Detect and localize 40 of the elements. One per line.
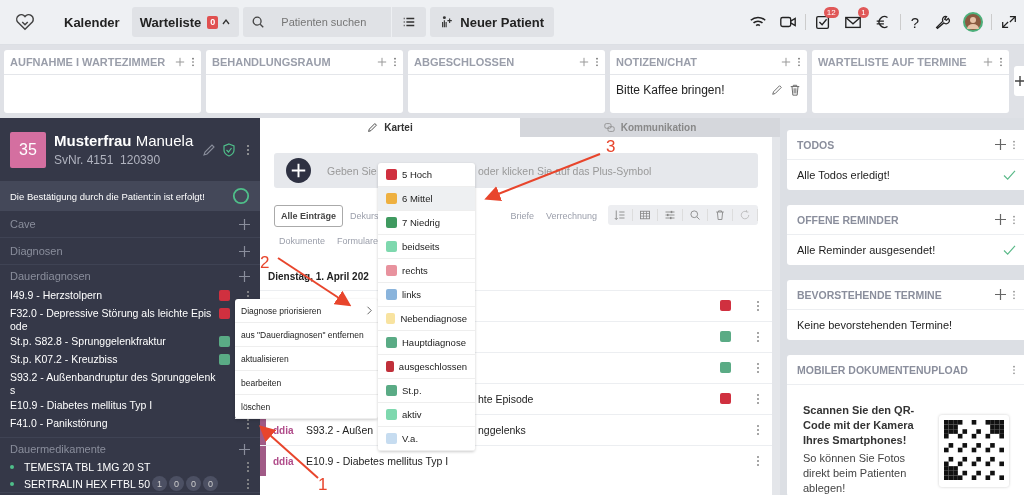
entry-text: E10.9 - Diabetes mellitus Typ I (306, 455, 449, 467)
card-title: BEVORSTEHENDE TERMINE (797, 288, 942, 301)
upload-description: So können Sie Fotos direkt beim Patienten ablegen! (803, 451, 908, 495)
entry-placeholder: Geben Sie (327, 164, 378, 177)
insurance-number: SvNr. 4151 120390 (54, 153, 162, 167)
annotation-number: 1 (318, 475, 328, 494)
dose-count: 1 (152, 476, 168, 491)
status-message: Keine bevorstehenden Termine! (797, 319, 953, 331)
entry-type: ddia (273, 424, 294, 436)
dose-count: 0 (186, 476, 202, 491)
patient-avatar: 35 (10, 131, 46, 168)
section-title: Dauermedikamente (10, 443, 106, 455)
notification-badge: 12 (823, 7, 839, 18)
patient-name: Musterfrau Manuela (54, 132, 195, 149)
notification-badge: 1 (858, 7, 869, 18)
annotation-number: 2 (260, 253, 270, 272)
card-title: TODOS (797, 138, 835, 151)
column-title: NOTIZEN/CHAT (616, 56, 698, 68)
count-badge: 0 (207, 15, 219, 29)
upload-instruction: Scannen Sie den QR-Code mit der Kamera Ihres Smartphones! (803, 403, 916, 448)
entry-type: ddia (273, 455, 294, 467)
entry-text: S93.2 - Außen (306, 424, 374, 436)
section-title: Diagnosen (10, 245, 63, 257)
section-title: Cave (10, 218, 36, 230)
annotation-number: 3 (606, 137, 616, 156)
column-title: ABGESCHLOSSEN (414, 56, 515, 68)
entry-text: nggelenks (478, 424, 526, 436)
entry-text: hte Episode (478, 393, 534, 405)
section-title: Dauerdiagnosen (10, 270, 91, 282)
column-title: WARTELISTE AUF TERMINE (818, 56, 967, 68)
card-title: MOBILER DOKUMENTENUPLOAD (797, 363, 968, 376)
card-title: OFFENE REMINDER (797, 213, 899, 226)
confirmation-message: Die Bestätigung durch die Patient:in ist erfolgt! (10, 190, 205, 202)
status-message: Alle Todos erledigt! (797, 169, 890, 181)
status-message: Alle Reminder ausgesendet! (797, 244, 936, 256)
note-text: Bitte Kaffee bringen! (616, 83, 725, 97)
column-title: AUFNAHME I WARTEZIMMER (10, 56, 166, 68)
dose-count: 0 (169, 476, 185, 491)
dose-count: 0 (203, 476, 219, 491)
column-title: BEHANDLUNGSRAUM (212, 56, 331, 68)
